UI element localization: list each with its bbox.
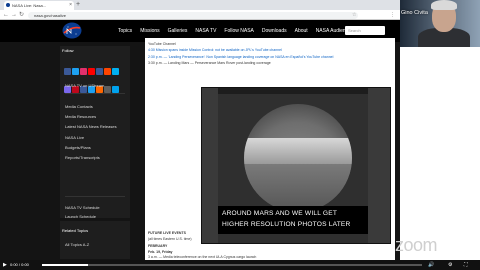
all-topics-link[interactable]: All Topics A-Z <box>65 242 89 247</box>
search-input[interactable]: Search <box>345 26 385 35</box>
time-display: 0:00 / 0:00 <box>10 262 29 267</box>
browser-tab[interactable]: NASA Live: Nasa... × <box>4 1 74 10</box>
social-media-icon[interactable] <box>112 68 119 75</box>
back-icon[interactable]: ← <box>3 11 9 19</box>
mars-ground <box>244 164 352 212</box>
sidebar-link-tv-schedule[interactable]: NASA TV Schedule <box>65 205 100 210</box>
reload-icon[interactable]: ↻ <box>19 11 24 19</box>
nav-topics[interactable]: Topics <box>118 26 132 36</box>
nav-follow-nasa[interactable]: Follow NASA <box>224 26 253 36</box>
web-page: Topics Missions Galleries NASA TV Follow… <box>0 20 400 260</box>
browser-tab-bar: NASA Live: Nasa... × + <box>0 0 400 10</box>
screen: NASA Live: Nasa... × + ← → ↻ nasa.gov/na… <box>0 0 480 270</box>
nav-about[interactable]: About <box>295 26 308 36</box>
main-content: YouTube Channel 4:30 Mission spans insid… <box>145 38 395 260</box>
caption-line: AROUND MARS AND WE WILL GET <box>222 210 338 217</box>
event-item: 3 a.m. — Media teleconference on the nex… <box>148 255 257 259</box>
social-media-icon[interactable] <box>72 68 79 75</box>
sidebar-link-media-resources[interactable]: Media Resources <box>65 114 96 119</box>
content-link[interactable]: 4:30 Mission spans inside Mission Contro… <box>148 48 282 52</box>
february-heading: FEBRUARY <box>148 244 168 248</box>
play-icon[interactable]: ▶ <box>3 261 7 269</box>
zoom-watermark: zoom <box>395 235 438 255</box>
speaker-name: Gino Civita <box>401 10 428 16</box>
social-media-icon[interactable] <box>64 68 71 75</box>
progress-fill <box>42 264 88 266</box>
close-tab-icon[interactable]: × <box>69 2 72 8</box>
content-link[interactable]: 2:30 p.m. — 'Landing Perseverance': Non … <box>148 55 333 59</box>
future-events-heading: FUTURE LIVE EVENTS <box>148 231 186 235</box>
closed-caption: AROUND MARS AND WE WILL GET HIGHER RESOL… <box>218 206 368 234</box>
speaker-hair <box>431 0 457 10</box>
related-topics-heading: Related Topics <box>62 228 89 233</box>
video-side-panel <box>202 88 218 243</box>
new-tab-button[interactable]: + <box>76 1 80 9</box>
social-media-icon[interactable] <box>88 68 95 75</box>
nav-downloads[interactable]: Downloads <box>262 26 287 36</box>
social-icons <box>64 64 126 100</box>
volume-icon[interactable]: 🔊 <box>428 261 434 269</box>
social-media-icon[interactable] <box>96 68 103 75</box>
top-navigation: Topics Missions Galleries NASA TV Follow… <box>118 26 362 36</box>
mars-surface-image <box>244 104 352 212</box>
content-line: 3:30 p.m. — Landing Mars — Perseverance … <box>148 61 271 65</box>
related-topics-box: Related Topics All Topics A-Z <box>60 221 130 259</box>
video-side-panel <box>368 88 390 243</box>
content-line: YouTube Channel <box>148 42 176 46</box>
sidebar-link-reports[interactable]: Reports/Transcripts <box>65 155 100 160</box>
forward-icon[interactable]: → <box>11 11 17 19</box>
sidebar-link-budgets[interactable]: Budgets/Plans <box>65 145 91 150</box>
sidebar-link-launch-schedule[interactable]: Launch Schedule <box>65 214 96 219</box>
bookmark-star-icon[interactable]: ☆ <box>352 12 356 18</box>
address-bar: ← → ↻ nasa.gov/nasalive ☆ ⋮ <box>0 10 400 20</box>
social-media-icon[interactable] <box>80 68 87 75</box>
divider <box>65 196 125 197</box>
speaker-video[interactable]: Gino Civita <box>400 0 480 47</box>
divider <box>65 93 125 94</box>
tab-title: NASA Live: Nasa... <box>12 3 47 8</box>
social-media-icon[interactable] <box>112 86 119 93</box>
url-field[interactable]: nasa.gov/nasalive <box>28 12 358 19</box>
nasa-logo-icon[interactable] <box>62 22 82 39</box>
social-media-icon[interactable] <box>104 86 111 93</box>
follow-heading: Follow <box>62 48 74 53</box>
timezone-note: (all times Eastern U.S. time) <box>148 237 192 241</box>
fullscreen-icon[interactable]: ⛶ <box>464 261 468 269</box>
browser-menu-icon[interactable]: ⋮ <box>390 12 395 18</box>
sidebar-link-media-contacts[interactable]: Media Contacts <box>65 104 93 109</box>
nav-galleries[interactable]: Galleries <box>168 26 188 36</box>
mars-horizon <box>244 138 352 164</box>
nav-missions[interactable]: Missions <box>140 26 159 36</box>
nasa-favicon-icon <box>6 3 10 7</box>
nav-nasa-tv[interactable]: NASA TV <box>195 26 216 36</box>
sidebar-link-nasa-tv-ustream[interactable]: NASA TV on UStream <box>65 83 104 88</box>
caption-line: HIGHER RESOLUTION PHOTOS LATER <box>222 221 351 228</box>
video-player[interactable]: AROUND MARS AND WE WILL GET HIGHER RESOL… <box>201 87 391 244</box>
sidebar: Follow NASA TV on UStream Media Contacts… <box>60 46 130 219</box>
video-toolbar <box>202 88 390 94</box>
settings-icon[interactable]: ⚙ <box>448 261 452 269</box>
player-controls: ▶ 0:00 / 0:00 🔊 ⚙ ⛶ <box>0 260 480 270</box>
sidebar-link-nasa-live[interactable]: NASA Live <box>65 135 84 140</box>
sidebar-link-news-releases[interactable]: Latest NASA News Releases <box>65 124 117 129</box>
social-media-icon[interactable] <box>104 68 111 75</box>
date-heading: Feb. 19, Friday <box>148 250 173 254</box>
progress-bar[interactable] <box>42 264 422 266</box>
